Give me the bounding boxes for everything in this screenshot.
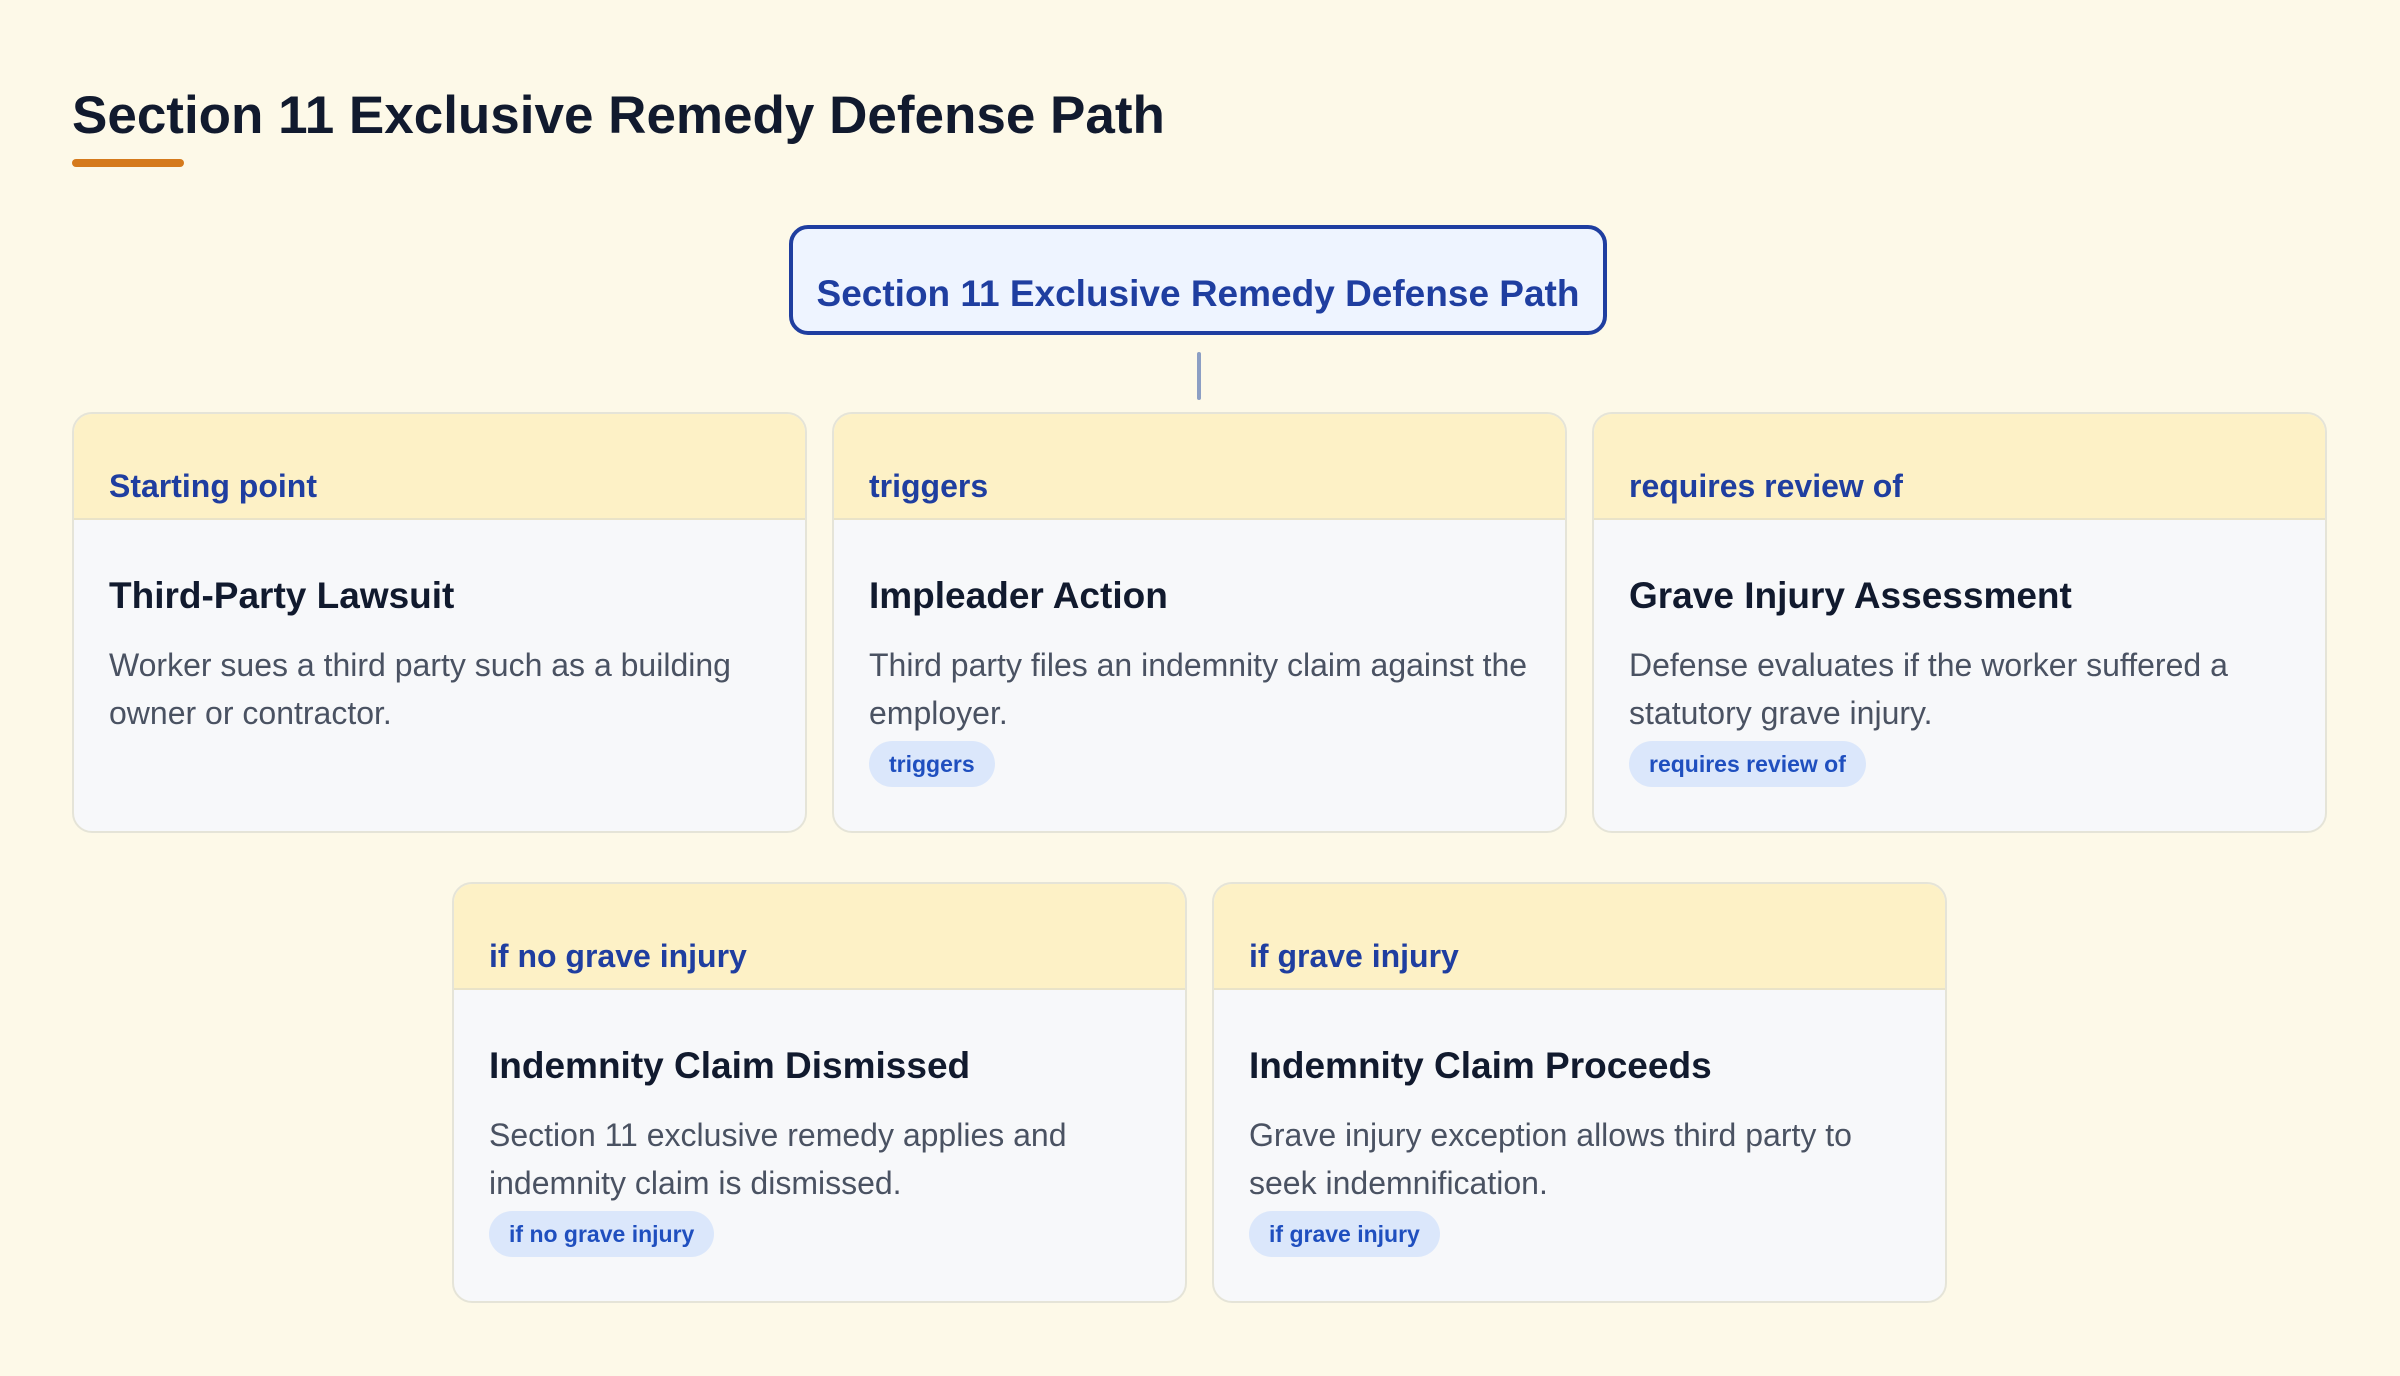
node-description: Defense evaluates if the worker suffered… xyxy=(1629,647,2228,731)
node-card-body: Indemnity Claim Dismissed Section 11 exc… xyxy=(454,990,1185,1257)
root-node-label: Section 11 Exclusive Remedy Defense Path xyxy=(816,273,1580,314)
node-card-indemnity-claim-dismissed[interactable]: if no grave injury Indemnity Claim Dismi… xyxy=(452,882,1187,1303)
node-relation-badge: if grave injury xyxy=(1249,1211,1440,1257)
node-relation-label: if grave injury xyxy=(1249,938,1459,974)
node-card-grave-injury-assessment[interactable]: requires review of Grave Injury Assessme… xyxy=(1592,412,2327,833)
node-description: Section 11 exclusive remedy applies and … xyxy=(489,1117,1067,1201)
node-title: Third-Party Lawsuit xyxy=(109,575,455,616)
node-card-third-party-lawsuit[interactable]: Starting point Third-Party Lawsuit Worke… xyxy=(72,412,807,833)
node-relation-badge: requires review of xyxy=(1629,741,1866,787)
node-relation-badge: triggers xyxy=(869,741,995,787)
node-relation-label: triggers xyxy=(869,468,989,504)
title-underline xyxy=(72,159,184,167)
node-title: Indemnity Claim Dismissed xyxy=(489,1045,971,1086)
node-card-header: if grave injury xyxy=(1214,884,1945,990)
node-card-body: Third-Party Lawsuit Worker sues a third … xyxy=(74,520,805,737)
node-description: Third party files an indemnity claim aga… xyxy=(869,647,1528,731)
node-title: Impleader Action xyxy=(869,575,1168,616)
node-title: Indemnity Claim Proceeds xyxy=(1249,1045,1712,1086)
node-title: Grave Injury Assessment xyxy=(1629,575,2072,616)
node-card-body: Indemnity Claim Proceeds Grave injury ex… xyxy=(1214,990,1945,1257)
root-connector-line xyxy=(1197,352,1201,400)
root-node[interactable]: Section 11 Exclusive Remedy Defense Path xyxy=(789,225,1607,335)
node-description: Grave injury exception allows third part… xyxy=(1249,1117,1852,1201)
node-card-body: Grave Injury Assessment Defense evaluate… xyxy=(1594,520,2325,787)
node-card-header: if no grave injury xyxy=(454,884,1185,990)
node-description: Worker sues a third party such as a buil… xyxy=(109,647,731,731)
node-relation-label: if no grave injury xyxy=(489,938,747,974)
node-card-indemnity-claim-proceeds[interactable]: if grave injury Indemnity Claim Proceeds… xyxy=(1212,882,1947,1303)
node-card-impleader-action[interactable]: triggers Impleader Action Third party fi… xyxy=(832,412,1567,833)
node-relation-label: requires review of xyxy=(1629,468,1903,504)
node-card-body: Impleader Action Third party files an in… xyxy=(834,520,1565,787)
node-card-header: requires review of xyxy=(1594,414,2325,520)
node-card-header: triggers xyxy=(834,414,1565,520)
page-title: Section 11 Exclusive Remedy Defense Path xyxy=(72,86,1165,145)
node-relation-badge: if no grave injury xyxy=(489,1211,715,1257)
node-relation-label: Starting point xyxy=(109,468,317,504)
node-card-header: Starting point xyxy=(74,414,805,520)
